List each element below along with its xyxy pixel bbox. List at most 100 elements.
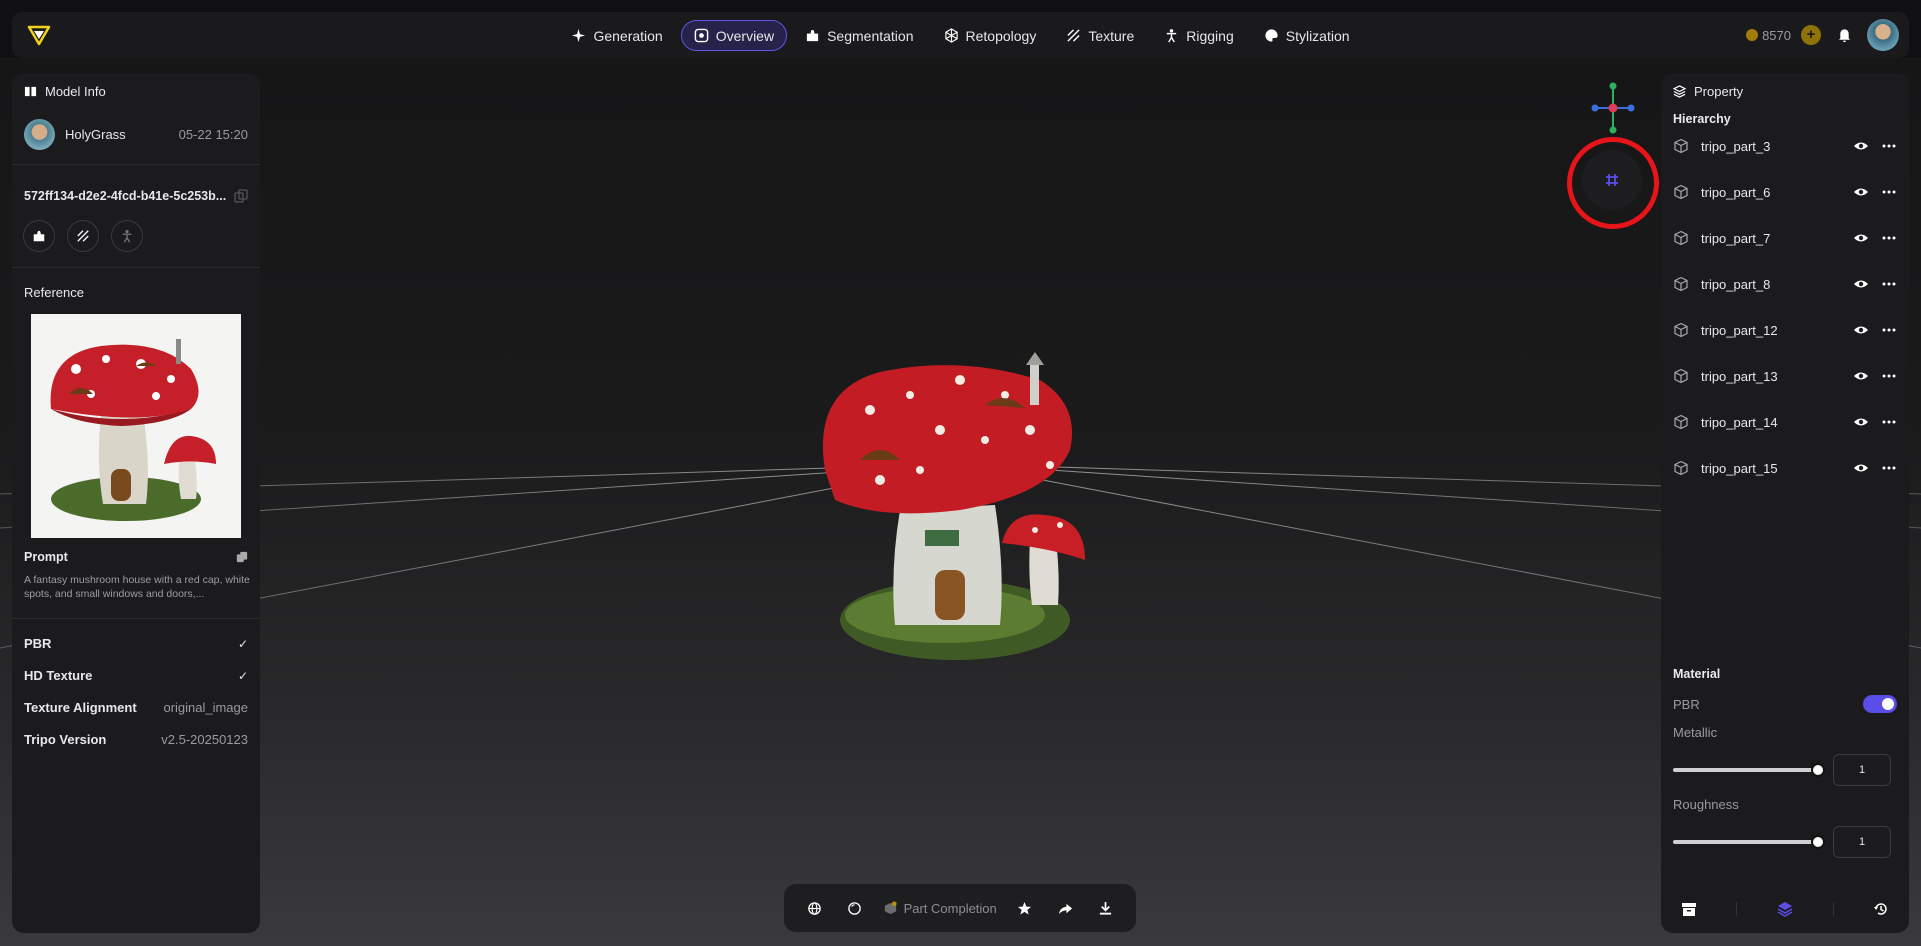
tab-segmentation[interactable]: Segmentation xyxy=(793,20,925,51)
part-name: tripo_part_15 xyxy=(1701,460,1778,476)
sparkle-icon xyxy=(572,28,586,43)
model-id: 572ff134-d2e2-4fcd-b41e-5c253b... xyxy=(24,189,227,203)
tab-texture[interactable]: Texture xyxy=(1054,20,1146,51)
visibility-eye-icon[interactable] xyxy=(1853,138,1869,154)
pbr-toggle[interactable] xyxy=(1863,695,1897,713)
texture-shortcut-button[interactable] xyxy=(67,220,99,252)
copy-id-icon[interactable] xyxy=(234,189,248,203)
visibility-eye-icon[interactable] xyxy=(1853,322,1869,338)
cube-icon xyxy=(1674,322,1688,338)
hierarchy-item[interactable]: tripo_part_13 xyxy=(1673,361,1897,391)
more-options-icon[interactable] xyxy=(1881,230,1897,246)
grid-toggle-button[interactable] xyxy=(1582,150,1642,210)
setting-label: Texture Alignment xyxy=(24,700,137,715)
tab-overview[interactable]: Overview xyxy=(680,20,788,51)
history-icon[interactable] xyxy=(1873,901,1889,917)
more-options-icon[interactable] xyxy=(1881,460,1897,476)
part-name: tripo_part_13 xyxy=(1701,368,1778,384)
viewport-toolbar: Part Completion xyxy=(784,884,1136,932)
hierarchy-item[interactable]: tripo_part_6 xyxy=(1673,177,1897,207)
part-completion-button[interactable]: Part Completion xyxy=(883,901,997,916)
roughness-value-input[interactable]: 1 xyxy=(1833,826,1891,858)
visibility-eye-icon[interactable] xyxy=(1853,460,1869,476)
roughness-slider[interactable] xyxy=(1673,835,1825,849)
setting-label: PBR xyxy=(24,636,52,651)
archive-icon[interactable] xyxy=(1681,901,1697,917)
add-credits-button[interactable]: + xyxy=(1801,25,1821,45)
tab-stylization[interactable]: Stylization xyxy=(1252,20,1362,51)
more-options-icon[interactable] xyxy=(1881,322,1897,338)
copy-prompt-icon[interactable] xyxy=(236,551,248,563)
part-completion-label: Part Completion xyxy=(903,900,997,916)
share-arrow-icon xyxy=(1058,903,1072,914)
author-name: HolyGrass xyxy=(65,127,126,142)
setting-value: ✓ xyxy=(237,668,248,683)
more-options-icon[interactable] xyxy=(1881,138,1897,154)
author-row: HolyGrass 05-22 15:20 xyxy=(24,119,248,150)
cube-icon xyxy=(1674,184,1688,200)
metallic-slider[interactable] xyxy=(1673,763,1825,777)
property-panel: Property Hierarchy tripo_part_3 tripo_par… xyxy=(1661,73,1909,933)
tab-generation-label: Generation xyxy=(593,27,663,44)
visibility-eye-icon[interactable] xyxy=(1853,414,1869,430)
roughness-slider-knob[interactable] xyxy=(1811,835,1825,849)
user-avatar[interactable] xyxy=(1867,19,1899,51)
hierarchy-item[interactable]: tripo_part_7 xyxy=(1673,223,1897,253)
tab-stylization-label: Stylization xyxy=(1285,27,1350,44)
credits-display: 8570 xyxy=(1746,28,1791,43)
material-header: Material xyxy=(1673,667,1720,681)
star-icon xyxy=(1017,901,1031,915)
tab-retopology-label: Retopology xyxy=(965,27,1037,44)
cube-icon xyxy=(1674,230,1688,246)
lighting-button[interactable] xyxy=(842,895,868,921)
axis-gizmo[interactable] xyxy=(1585,82,1641,134)
metallic-slider-knob[interactable] xyxy=(1811,763,1825,777)
divider xyxy=(12,267,260,268)
visibility-eye-icon[interactable] xyxy=(1853,276,1869,292)
texture-icon xyxy=(77,230,89,242)
box-icon xyxy=(884,900,897,914)
layers-icon[interactable] xyxy=(1777,901,1793,917)
hierarchy-item[interactable]: tripo_part_15 xyxy=(1673,453,1897,483)
notification-bell-icon[interactable] xyxy=(1831,22,1857,48)
visibility-eye-icon[interactable] xyxy=(1853,184,1869,200)
favorite-button[interactable] xyxy=(1011,895,1037,921)
coin-icon xyxy=(1746,29,1759,41)
segmentation-shortcut-button[interactable] xyxy=(23,220,55,252)
material-label: Material xyxy=(1673,667,1721,681)
tab-generation[interactable]: Generation xyxy=(559,20,674,51)
hierarchy-item[interactable]: tripo_part_12 xyxy=(1673,315,1897,345)
property-title: Property xyxy=(1694,84,1744,99)
model-info-title: Model Info xyxy=(45,84,106,99)
share-button[interactable] xyxy=(1052,895,1078,921)
grid-icon xyxy=(1606,174,1618,186)
more-options-icon[interactable] xyxy=(1881,184,1897,200)
hierarchy-item[interactable]: tripo_part_8 xyxy=(1673,269,1897,299)
visibility-eye-icon[interactable] xyxy=(1853,230,1869,246)
more-options-icon[interactable] xyxy=(1881,368,1897,384)
cube-icon xyxy=(1674,138,1688,154)
tab-rigging[interactable]: Rigging xyxy=(1152,20,1245,51)
wireframe-view-button[interactable] xyxy=(801,895,827,921)
author-avatar[interactable] xyxy=(24,119,55,150)
tab-retopology[interactable]: Retopology xyxy=(932,20,1049,51)
tab-segmentation-label: Segmentation xyxy=(827,27,914,44)
pbr-toggle-row: PBR xyxy=(1673,695,1897,713)
more-options-icon[interactable] xyxy=(1881,276,1897,292)
more-options-icon[interactable] xyxy=(1881,414,1897,430)
reference-image[interactable] xyxy=(31,314,241,538)
visibility-eye-icon[interactable] xyxy=(1853,368,1869,384)
setting-label: HD Texture xyxy=(24,668,93,683)
rigging-shortcut-button[interactable] xyxy=(111,220,143,252)
panel-tabs xyxy=(1661,901,1909,917)
model-id-row: 572ff134-d2e2-4fcd-b41e-5c253b... xyxy=(24,189,248,203)
reference-header: Reference xyxy=(24,285,84,300)
metallic-value-input[interactable]: 1 xyxy=(1833,754,1891,786)
hierarchy-item[interactable]: tripo_part_3 xyxy=(1673,131,1897,161)
hierarchy-item[interactable]: tripo_part_14 xyxy=(1673,407,1897,437)
setting-row-pbr: PBR ✓ xyxy=(24,636,248,651)
mushroom-model xyxy=(822,352,1085,660)
quick-actions xyxy=(23,220,143,252)
reference-label: Reference xyxy=(24,285,84,300)
download-button[interactable] xyxy=(1093,895,1119,921)
